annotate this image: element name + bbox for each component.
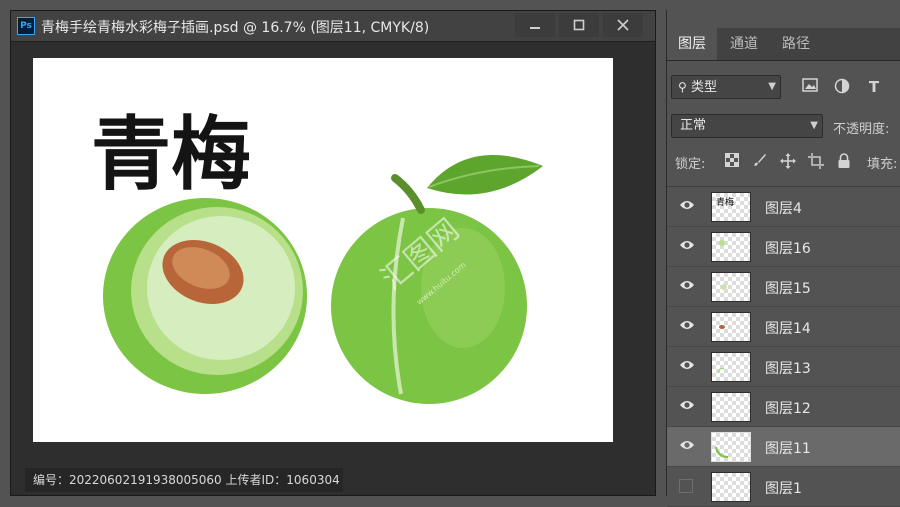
- minimize-button[interactable]: [515, 13, 555, 37]
- eye-icon[interactable]: [679, 319, 695, 331]
- half-plum: [103, 198, 307, 394]
- layer-row-selected[interactable]: 图层11: [667, 427, 900, 467]
- layer-row[interactable]: 图层12: [667, 387, 900, 427]
- lock-all-icon[interactable]: [835, 153, 853, 171]
- eye-icon[interactable]: [679, 439, 695, 451]
- type-filter-icon[interactable]: T: [865, 78, 883, 96]
- chevron-down-icon: ▼: [768, 81, 776, 92]
- layer-thumbnail: [711, 232, 751, 262]
- layer-row[interactable]: 图层15: [667, 267, 900, 307]
- lock-transparent-icon[interactable]: [723, 153, 741, 171]
- fill-label: 填充:: [867, 157, 898, 172]
- lock-move-icon[interactable]: [779, 153, 797, 171]
- opacity-label: 不透明度:: [833, 122, 890, 137]
- layer-filter-select[interactable]: ⚲ 类型 ▼: [671, 75, 781, 99]
- thumb-heading: 青梅: [716, 196, 734, 208]
- lock-artboard-icon[interactable]: [807, 153, 825, 171]
- blend-mode-select[interactable]: 正常 ▼: [671, 114, 823, 138]
- layer-thumbnail: [711, 432, 751, 462]
- panel-tabs: 图层 通道 路径: [667, 28, 900, 61]
- close-icon: [617, 19, 629, 31]
- layer-name[interactable]: 图层14: [765, 318, 811, 338]
- layer-name[interactable]: 图层15: [765, 278, 811, 298]
- close-button[interactable]: [603, 13, 643, 37]
- layer-thumbnail: [711, 472, 751, 502]
- heading-text: 青梅: [91, 107, 251, 201]
- maximize-icon: [573, 19, 585, 31]
- eye-icon[interactable]: [679, 199, 695, 211]
- document-canvas[interactable]: 青梅 汇图网 www.huitu.com: [33, 58, 613, 442]
- layers-list: 青梅 图层4 图层16 图层15 图层14 图层13 图层12 图层11 图层1: [667, 186, 900, 507]
- info-bar: 编号：20220602191938005060 上传者ID：1060304: [25, 468, 343, 492]
- layer-name[interactable]: 图层16: [765, 238, 811, 258]
- layer-thumbnail: [711, 352, 751, 382]
- layer-row[interactable]: 图层16: [667, 227, 900, 267]
- layer-name[interactable]: 图层4: [765, 198, 802, 218]
- document-title: 青梅手绘青梅水彩梅子插画.psd @ 16.7% (图层11, CMYK/8): [41, 20, 430, 36]
- layer-name[interactable]: 图层11: [765, 438, 811, 458]
- layer-name[interactable]: 图层12: [765, 398, 811, 418]
- layer-row[interactable]: 图层1: [667, 467, 900, 507]
- photoshop-icon: Ps: [17, 17, 35, 35]
- tab-layers[interactable]: 图层: [667, 28, 717, 60]
- blend-mode-value: 正常: [680, 118, 707, 133]
- document-titlebar[interactable]: Ps 青梅手绘青梅水彩梅子插画.psd @ 16.7% (图层11, CMYK/…: [11, 11, 655, 42]
- lock-row: 锁定: 填充:: [667, 148, 900, 176]
- eye-icon[interactable]: [679, 399, 695, 411]
- layer-thumbnail: [711, 272, 751, 302]
- adjustment-filter-icon[interactable]: [833, 78, 851, 96]
- minimize-icon: [530, 27, 540, 29]
- visibility-toggle[interactable]: [679, 479, 693, 493]
- image-filter-icon[interactable]: [801, 78, 819, 96]
- layer-thumbnail: [711, 392, 751, 422]
- maximize-button[interactable]: [559, 13, 599, 37]
- layer-thumbnail: 青梅: [711, 192, 751, 222]
- whole-plum: [331, 155, 543, 404]
- canvas-area[interactable]: 青梅 汇图网 www.huitu.com: [11, 42, 655, 495]
- tab-paths[interactable]: 路径: [771, 28, 821, 60]
- layer-name[interactable]: 图层13: [765, 358, 811, 378]
- illustration: 青梅 汇图网 www.huitu.com: [91, 107, 543, 404]
- chevron-down-icon: ▼: [810, 120, 818, 131]
- blend-row: 正常 ▼ 不透明度:: [667, 112, 900, 140]
- search-icon: ⚲: [678, 80, 687, 94]
- layer-thumbnail: [711, 312, 751, 342]
- layer-row[interactable]: 图层13: [667, 347, 900, 387]
- plum-leaf: [427, 155, 543, 195]
- plum-stem: [391, 174, 425, 214]
- layer-filter-row: ⚲ 类型 ▼ T: [667, 72, 900, 102]
- eye-icon[interactable]: [679, 279, 695, 291]
- layer-name[interactable]: 图层1: [765, 478, 802, 498]
- tab-channels[interactable]: 通道: [719, 28, 769, 60]
- filter-kind-label: 类型: [690, 80, 717, 95]
- eye-icon[interactable]: [679, 359, 695, 371]
- layers-panel: 图层 通道 路径 ⚲ 类型 ▼ T 正常 ▼ 不透明度: 锁定: 填充: 青梅 …: [666, 10, 900, 507]
- document-window: Ps 青梅手绘青梅水彩梅子插画.psd @ 16.7% (图层11, CMYK/…: [10, 10, 656, 496]
- layer-row[interactable]: 图层14: [667, 307, 900, 347]
- lock-brush-icon[interactable]: [751, 153, 769, 171]
- lock-label: 锁定:: [675, 157, 706, 172]
- eye-icon[interactable]: [679, 239, 695, 251]
- layer-row[interactable]: 青梅 图层4: [667, 187, 900, 227]
